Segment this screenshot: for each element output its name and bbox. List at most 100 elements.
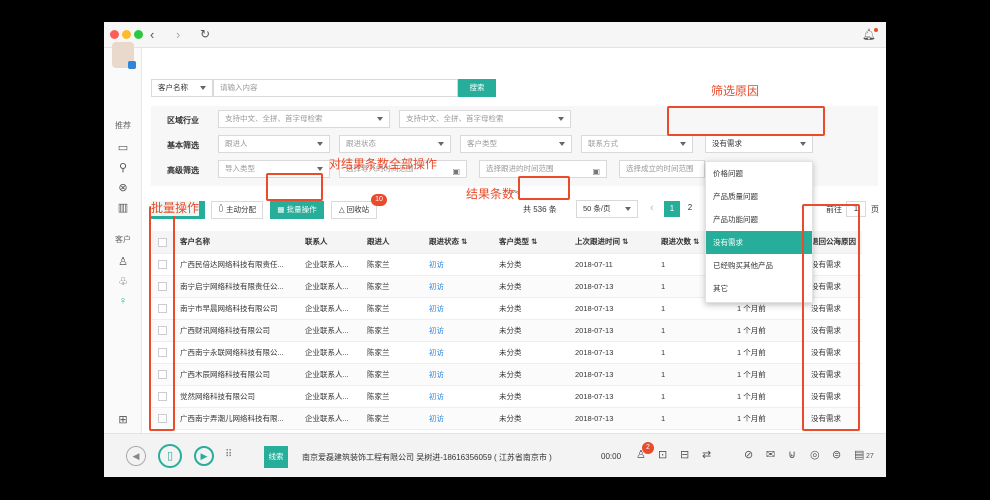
column-header[interactable]: 跟进人 xyxy=(361,231,423,254)
lead-button[interactable]: 线索 xyxy=(264,446,288,468)
apps-grid-icon[interactable]: ⊞ xyxy=(116,412,130,426)
location-icon[interactable]: ⚲ xyxy=(116,160,130,174)
message-icon[interactable]: ⊜ xyxy=(832,448,841,461)
sort-icon[interactable]: ⇅ xyxy=(461,237,467,246)
previous-call-icon[interactable]: ◀ xyxy=(126,446,146,466)
owner-select-placeholder: 跟进人 xyxy=(225,139,248,148)
table-row[interactable]: 广西财讯网络科技有限公司 企业联系人... 陈家兰 初访 未分类 2018-07-13 1 1… xyxy=(152,319,862,342)
search-input[interactable]: 请输入内容 xyxy=(213,79,458,97)
page-2-button[interactable]: 2 xyxy=(682,201,698,217)
compass-icon[interactable]: ⊗ xyxy=(116,180,130,194)
table-cell[interactable]: 广西木辰网络科技有限公司 xyxy=(174,363,299,386)
person-icon[interactable]: ♙ xyxy=(116,254,130,268)
table-cell: 企业联系人... xyxy=(299,363,361,386)
table-cell: 1 xyxy=(655,407,731,430)
prev-page-icon[interactable]: ‹ xyxy=(650,202,654,214)
assign-button[interactable]: ꄱ 主动分配 xyxy=(211,201,263,219)
notification-dot xyxy=(874,28,878,32)
table-cell: 未分类 xyxy=(493,275,569,298)
page-size-value: 50 条/页 xyxy=(583,204,611,213)
table-cell[interactable]: 广西财讯网络科技有限公司 xyxy=(174,319,299,342)
table-row[interactable]: 广西南宁弄潮儿网络科技有限... 企业联系人... 陈家兰 初访 未分类 2018-07-… xyxy=(152,407,862,430)
type-select[interactable]: 客户类型 xyxy=(460,135,572,153)
owner-select[interactable]: 跟进人 xyxy=(218,135,330,153)
call-info: 南京爱磊建筑装饰工程有限公司 吴树进-18616356059 ( 江苏省南京市 … xyxy=(302,453,552,462)
table-cell: 1 个月前 xyxy=(731,341,805,364)
annotation-batch-op: 批量操作 xyxy=(151,199,200,216)
column-header[interactable]: 跟进状态 ⇅ xyxy=(423,231,493,254)
status-select[interactable]: 跟进状态 xyxy=(339,135,451,153)
search-field-select[interactable]: 客户名称 xyxy=(151,79,213,97)
page-1-button[interactable]: 1 xyxy=(664,201,680,217)
column-header[interactable]: 客户名称 xyxy=(174,231,299,254)
table-row[interactable]: 广西木辰网络科技有限公司 企业联系人... 陈家兰 初访 未分类 2018-07-13 1 1… xyxy=(152,363,862,386)
table-row[interactable]: 觉然网络科技有限公司 企业联系人... 陈家兰 初访 未分类 2018-07-13 1 1 个… xyxy=(152,385,862,408)
batch-operation-button[interactable]: ▦ 批量操作 xyxy=(270,201,324,219)
dropdown-option[interactable]: 价格问题 xyxy=(706,162,812,185)
assign-icon: ꄱ xyxy=(218,205,226,214)
dropdown-option[interactable]: 没有需求 xyxy=(706,231,812,254)
contact-select[interactable]: 联系方式 xyxy=(581,135,693,153)
annotation-all-results: 对结果条数全部操作 xyxy=(329,157,438,171)
maximize-window-button[interactable] xyxy=(134,30,143,39)
table-cell: 陈家兰 xyxy=(361,363,423,386)
table-cell[interactable]: 广西民倍达网络科技有限责任... xyxy=(174,253,299,276)
table-cell: 企业联系人... xyxy=(299,253,361,276)
phone-icon[interactable]: ▯ xyxy=(158,444,182,468)
sms-icon[interactable]: ▤ xyxy=(854,448,864,461)
sort-icon[interactable]: ⇅ xyxy=(622,237,628,246)
table-cell: 未分类 xyxy=(493,297,569,320)
column-header[interactable]: 联系人 xyxy=(299,231,361,254)
region-select[interactable]: 支持中文、全拼、首字母检索 xyxy=(218,110,390,128)
group-icon[interactable]: ♧ xyxy=(116,274,130,288)
table-row[interactable]: 广西南宁永联网络科技有限公... 企业联系人... 陈家兰 初访 未分类 2018-07-… xyxy=(152,341,862,364)
sidebar-label-recommend: 推荐 xyxy=(115,121,131,130)
mute-icon[interactable]: ⊘ xyxy=(744,448,753,461)
table-cell: 未分类 xyxy=(493,341,569,364)
dropdown-option[interactable]: 产品功能问题 xyxy=(706,208,812,231)
bar-chart-icon[interactable]: ▥ xyxy=(116,200,130,214)
minimize-window-button[interactable] xyxy=(122,30,131,39)
dropdown-option[interactable]: 已经购买其他产品 xyxy=(706,254,812,277)
column-header[interactable]: 上次跟进时间 ⇅ xyxy=(569,231,655,254)
table-cell: 陈家兰 xyxy=(361,407,423,430)
table-cell[interactable]: 南宁启宁网络科技有限责任公... xyxy=(174,275,299,298)
contact-icon[interactable]: ♀ xyxy=(116,294,130,308)
column-header[interactable]: 客户类型 ⇅ xyxy=(493,231,569,254)
table-cell[interactable]: 广西南宁永联网络科技有限公... xyxy=(174,341,299,364)
recycle-bin-button[interactable]: △ 回收站 xyxy=(331,201,377,219)
table-cell: 企业联系人... xyxy=(299,385,361,408)
table-cell: 1 xyxy=(655,385,731,408)
monitor-icon[interactable]: ▭ xyxy=(116,140,130,154)
dropdown-option[interactable]: 其它 xyxy=(706,277,812,300)
transfer-icon[interactable]: ⇄ xyxy=(702,448,711,461)
export-icon[interactable]: ⊟ xyxy=(680,448,689,461)
page-size-select[interactable]: 50 条/页 xyxy=(576,200,638,218)
close-window-button[interactable] xyxy=(110,30,119,39)
total-count: 共 536 条 xyxy=(523,205,557,214)
table-cell[interactable]: 广西南宁弄潮儿网络科技有限... xyxy=(174,407,299,430)
filter-label-region: 区域行业 xyxy=(167,116,199,125)
industry-select[interactable]: 支持中文、全拼、首字母检索 xyxy=(399,110,571,128)
table-cell: 企业联系人... xyxy=(299,319,361,342)
chat-icon[interactable]: ✉ xyxy=(766,448,775,461)
sort-icon[interactable]: ⇅ xyxy=(693,237,699,246)
sort-icon[interactable]: ⇅ xyxy=(531,237,537,246)
table-cell: 1 xyxy=(655,319,731,342)
inbox-icon[interactable]: ⊌ xyxy=(788,448,796,461)
return-reason-select[interactable]: 没有需求 xyxy=(705,135,813,153)
dropdown-option[interactable]: 产品质量问题 xyxy=(706,185,812,208)
forward-icon[interactable]: › xyxy=(176,27,180,42)
at-icon[interactable]: ◎ xyxy=(810,448,820,461)
call-bar: ◀ ▯ ▶ ⠿ 线索 南京爱磊建筑装饰工程有限公司 吴树进-1861635605… xyxy=(104,433,886,477)
dialpad-icon[interactable]: ⠿ xyxy=(225,449,232,460)
search-button[interactable]: 搜索 xyxy=(458,79,496,97)
deal-time-range[interactable]: 选择成立的时间范围 xyxy=(619,160,705,178)
back-icon[interactable]: ‹ xyxy=(150,27,154,42)
next-call-icon[interactable]: ▶ xyxy=(194,446,214,466)
lock-icon[interactable]: ⊡ xyxy=(658,448,667,461)
table-cell[interactable]: 南宁市早晨网络科技有限公司 xyxy=(174,297,299,320)
table-cell[interactable]: 觉然网络科技有限公司 xyxy=(174,385,299,408)
return-reason-value: 没有需求 xyxy=(712,139,742,148)
refresh-icon[interactable]: ↻ xyxy=(200,27,210,41)
